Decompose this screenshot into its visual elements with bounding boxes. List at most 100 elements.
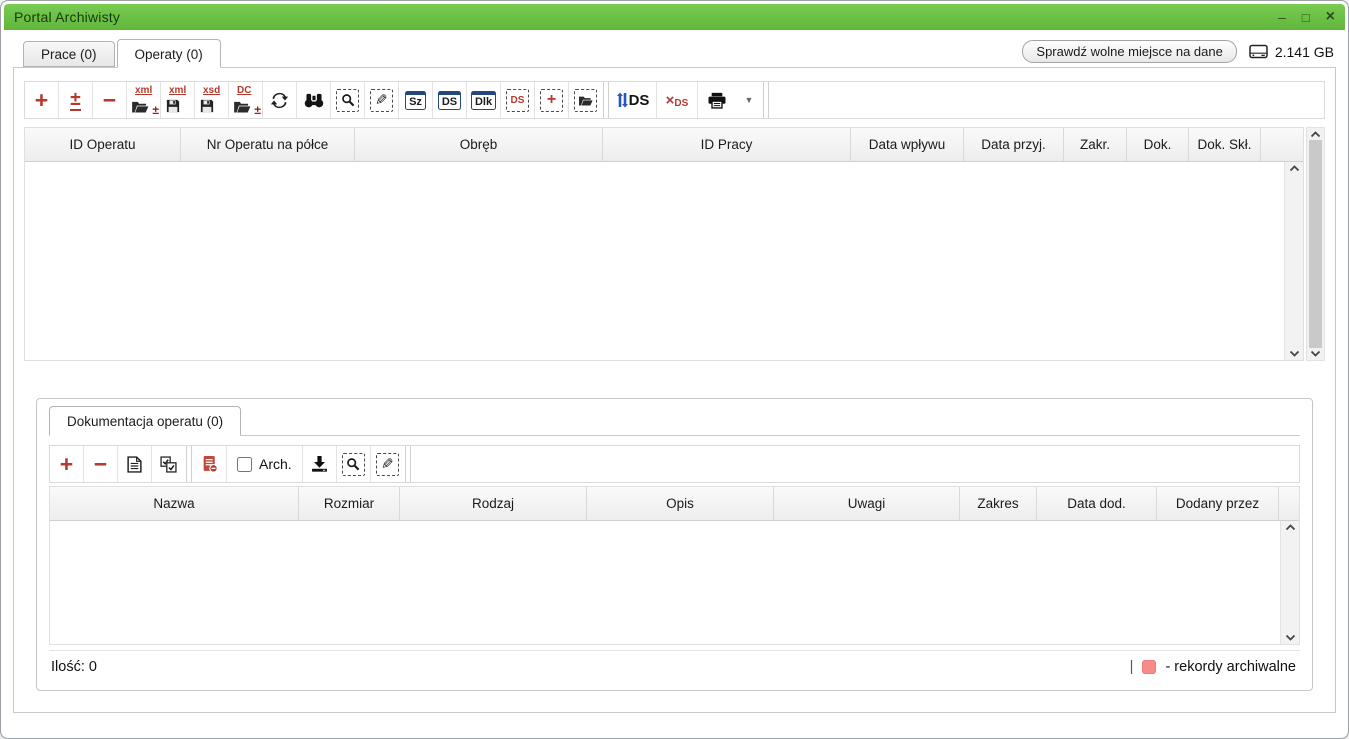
print-options-button[interactable]: ▼: [736, 82, 762, 118]
ds-delete-button[interactable]: ×DS: [657, 82, 697, 118]
tab-prace[interactable]: Prace (0): [23, 41, 115, 67]
xml-save-icon: xml: [164, 87, 191, 114]
col-filler: [1279, 487, 1299, 520]
col-id-pracy[interactable]: ID Pracy: [603, 128, 851, 161]
archive-document-button[interactable]: [193, 446, 226, 482]
plus-icon: +: [60, 453, 73, 476]
selection-edit-button[interactable]: ✎: [365, 82, 398, 118]
check-free-space-button[interactable]: Sprawdź wolne miejsce na dane: [1022, 40, 1236, 63]
ds-delete-label: DS: [674, 98, 688, 109]
remove-document-button[interactable]: −: [84, 446, 117, 482]
main-toolbar: + ± − xml ± xml: [24, 81, 1325, 119]
selection-ds-icon: DS: [506, 89, 529, 112]
selection-edit-icon: ✎: [370, 89, 393, 112]
window-title: Portal Archiwisty: [14, 9, 120, 25]
selection-folder-button[interactable]: [569, 82, 602, 118]
dokumentacja-scrollbar[interactable]: [1280, 521, 1299, 644]
col-nr-operatu-na-polce[interactable]: Nr Operatu na półce: [181, 128, 355, 161]
select-all-documents-button[interactable]: [152, 446, 185, 482]
toolbar-group-separator: [186, 446, 192, 482]
arch-checkbox[interactable]: [237, 457, 252, 472]
xml-folder-icon: xml ±: [130, 87, 157, 114]
refresh-icon: [270, 91, 289, 110]
import-xml-button[interactable]: xml ±: [127, 82, 160, 118]
scrollbar-track[interactable]: [1309, 138, 1322, 350]
selection-add-button[interactable]: +: [535, 82, 568, 118]
binoculars-icon: [304, 92, 324, 108]
col-id-operatu[interactable]: ID Operatu: [25, 128, 181, 161]
col-rozmiar[interactable]: Rozmiar: [299, 487, 400, 520]
scroll-up-icon[interactable]: [1285, 524, 1296, 531]
add-operat-button[interactable]: +: [25, 82, 58, 118]
minimize-button[interactable]: –: [1278, 10, 1286, 24]
dc-folder-icon: DC ±: [232, 87, 259, 114]
remove-operat-button[interactable]: −: [93, 82, 126, 118]
add-document-button[interactable]: +: [50, 446, 83, 482]
col-opis[interactable]: Opis: [587, 487, 774, 520]
col-uwagi[interactable]: Uwagi: [774, 487, 960, 520]
scroll-down-icon[interactable]: [1285, 634, 1296, 641]
selection-ds-button[interactable]: DS: [501, 82, 534, 118]
selection-search-button[interactable]: [331, 82, 364, 118]
save-xml-button[interactable]: xml: [161, 82, 194, 118]
scroll-up-icon[interactable]: [1310, 131, 1321, 138]
ds-transfer-label: DS: [629, 92, 650, 109]
find-button[interactable]: [297, 82, 330, 118]
selection-search-button[interactable]: [337, 446, 370, 482]
view-document-button[interactable]: [118, 446, 151, 482]
selection-search-icon: [342, 453, 365, 476]
col-data-przyj[interactable]: Data przyj.: [964, 128, 1064, 161]
scroll-down-icon[interactable]: [1289, 350, 1300, 357]
disk-usage: 2.141 GB: [1249, 44, 1334, 60]
plus-icon: +: [35, 89, 48, 112]
tab-dokumentacja-operatu[interactable]: Dokumentacja operatu (0): [49, 406, 241, 436]
dlk-window-button[interactable]: Dlk: [467, 82, 500, 118]
col-nazwa[interactable]: Nazwa: [50, 487, 299, 520]
main-tabs: Prace (0) Operaty (0): [23, 39, 221, 67]
arch-checkbox-label: Arch.: [259, 456, 292, 472]
dokumentacja-table: Nazwa Rozmiar Rodzaj Opis Uwagi Zakres D…: [49, 486, 1300, 645]
col-data-dod[interactable]: Data dod.: [1037, 487, 1157, 520]
dokumentacja-table-body[interactable]: [50, 521, 1280, 644]
sz-window-button[interactable]: Sz: [399, 82, 432, 118]
maximize-button[interactable]: □: [1302, 11, 1310, 24]
col-dok-skl[interactable]: Dok. Skł.: [1189, 128, 1261, 161]
toolbar-group-separator: [603, 82, 609, 118]
download-icon: [311, 456, 328, 472]
save-xsd-button[interactable]: xsd: [195, 82, 228, 118]
selection-edit-button[interactable]: ✎: [371, 446, 404, 482]
delete-x-icon: ×: [666, 93, 675, 108]
dokumentacja-toolbar: + −: [49, 445, 1300, 483]
dokumentacja-table-header: Nazwa Rozmiar Rodzaj Opis Uwagi Zakres D…: [50, 487, 1299, 521]
refresh-button[interactable]: [263, 82, 296, 118]
ds-window-button[interactable]: DS: [433, 82, 466, 118]
minus-icon: −: [94, 453, 107, 476]
col-data-wplywu[interactable]: Data wpływu: [851, 128, 964, 161]
col-dodany-przez[interactable]: Dodany przez: [1157, 487, 1279, 520]
scrollbar-thumb[interactable]: [1309, 140, 1322, 348]
import-dc-button[interactable]: DC ±: [229, 82, 262, 118]
dlk-window-icon: Dlk: [471, 91, 496, 110]
download-document-button[interactable]: [303, 446, 336, 482]
col-obreb[interactable]: Obręb: [355, 128, 603, 161]
operaty-inner-scrollbar[interactable]: [1284, 162, 1303, 360]
dropdown-caret-icon: ▼: [745, 95, 754, 105]
top-tab-bar: Prace (0) Operaty (0) Sprawdź wolne miej…: [1, 30, 1348, 67]
close-button[interactable]: ×: [1326, 9, 1335, 25]
app-window: Portal Archiwisty – □ × Prace (0) Operat…: [0, 0, 1349, 739]
operaty-panel: + ± − xml ± xml: [13, 67, 1336, 713]
col-zakres[interactable]: Zakres: [960, 487, 1037, 520]
operaty-table-body[interactable]: [25, 162, 1284, 360]
col-rodzaj[interactable]: Rodzaj: [400, 487, 587, 520]
operaty-outer-scrollbar[interactable]: [1306, 127, 1325, 361]
tab-operaty[interactable]: Operaty (0): [117, 39, 221, 68]
print-button[interactable]: [698, 82, 736, 118]
printer-icon: [707, 92, 727, 109]
operaty-table: ID Operatu Nr Operatu na półce Obręb ID …: [24, 127, 1325, 361]
add-remove-button[interactable]: ±: [59, 82, 92, 118]
ds-transfer-button[interactable]: DS: [610, 82, 656, 118]
scroll-up-icon[interactable]: [1289, 165, 1300, 172]
col-zakr[interactable]: Zakr.: [1064, 128, 1127, 161]
scroll-down-icon[interactable]: [1310, 350, 1321, 357]
col-dok[interactable]: Dok.: [1127, 128, 1189, 161]
